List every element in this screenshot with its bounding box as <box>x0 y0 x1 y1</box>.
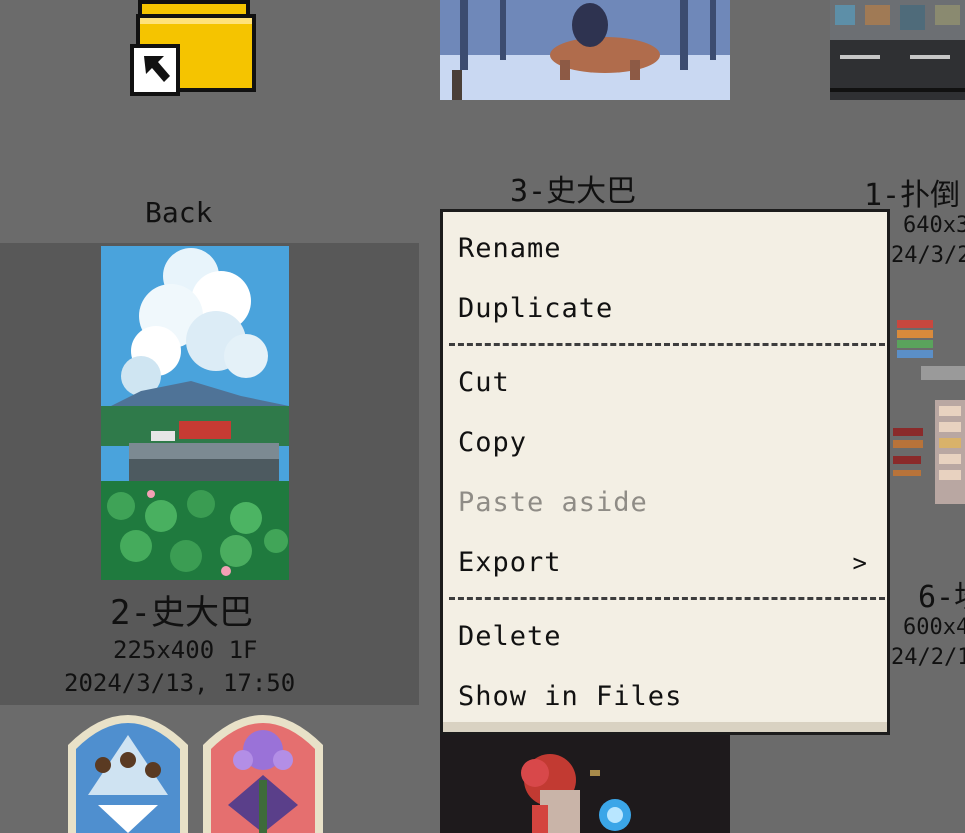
menu-separator <box>449 343 885 346</box>
context-menu: Rename Duplicate Cut Copy Paste aside Ex… <box>440 209 890 735</box>
thumbnail-stained-glass-1[interactable] <box>68 705 188 833</box>
stained-glass-blue-image <box>68 715 188 833</box>
menu-item-export[interactable]: Export > <box>458 538 878 588</box>
ui-sprites-image <box>893 320 965 504</box>
folder-back-icon <box>130 0 256 96</box>
street-scene-image <box>830 0 965 100</box>
menu-item-rename[interactable]: Rename <box>458 224 878 274</box>
tile-top-right-size: 640x3 <box>903 213 965 238</box>
character-image <box>521 754 631 833</box>
tile-mid-right-date: 24/2/1 <box>891 645 965 670</box>
tile-selected-size: 225x400 1F <box>113 636 258 664</box>
tile-selected-date: 2024/3/13, 17:50 <box>64 669 296 697</box>
tile-mid-right-name: 6-坎 <box>918 580 965 615</box>
stained-glass-red-image <box>203 715 323 833</box>
tile-top-right-date: 24/3/2 <box>891 243 965 268</box>
snow-scene-image <box>440 0 730 100</box>
menu-item-delete[interactable]: Delete <box>458 612 878 662</box>
thumbnail-street[interactable] <box>830 0 965 100</box>
thumbnail-snow-tiger[interactable] <box>440 0 730 100</box>
back-label: Back <box>145 196 213 229</box>
thumbnail-lotus-pond[interactable] <box>101 246 289 580</box>
thumbnail-character[interactable] <box>440 735 730 833</box>
tile-top-center-name: 3-史大巴 <box>510 174 637 209</box>
menu-item-paste-aside: Paste aside <box>458 487 648 518</box>
tile-mid-right-size: 600x4 <box>903 615 965 640</box>
back-tile[interactable]: Back <box>60 0 330 240</box>
chevron-right-icon: > <box>852 549 868 577</box>
menu-item-duplicate[interactable]: Duplicate <box>458 284 878 334</box>
thumbnail-stained-glass-2[interactable] <box>203 705 323 833</box>
menu-item-show-in-files[interactable]: Show in Files <box>458 672 878 722</box>
menu-item-copy[interactable]: Copy <box>458 418 878 468</box>
tile-selected-name: 2-史大巴 <box>110 593 253 633</box>
menu-item-cut[interactable]: Cut <box>458 358 878 408</box>
thumbnail-ui-sprites[interactable] <box>893 318 965 508</box>
lotus-pond-image <box>101 246 289 580</box>
tile-top-right-name: 1-扑倒 <box>864 178 961 213</box>
menu-item-export-label: Export <box>458 547 562 578</box>
menu-separator <box>449 597 885 600</box>
